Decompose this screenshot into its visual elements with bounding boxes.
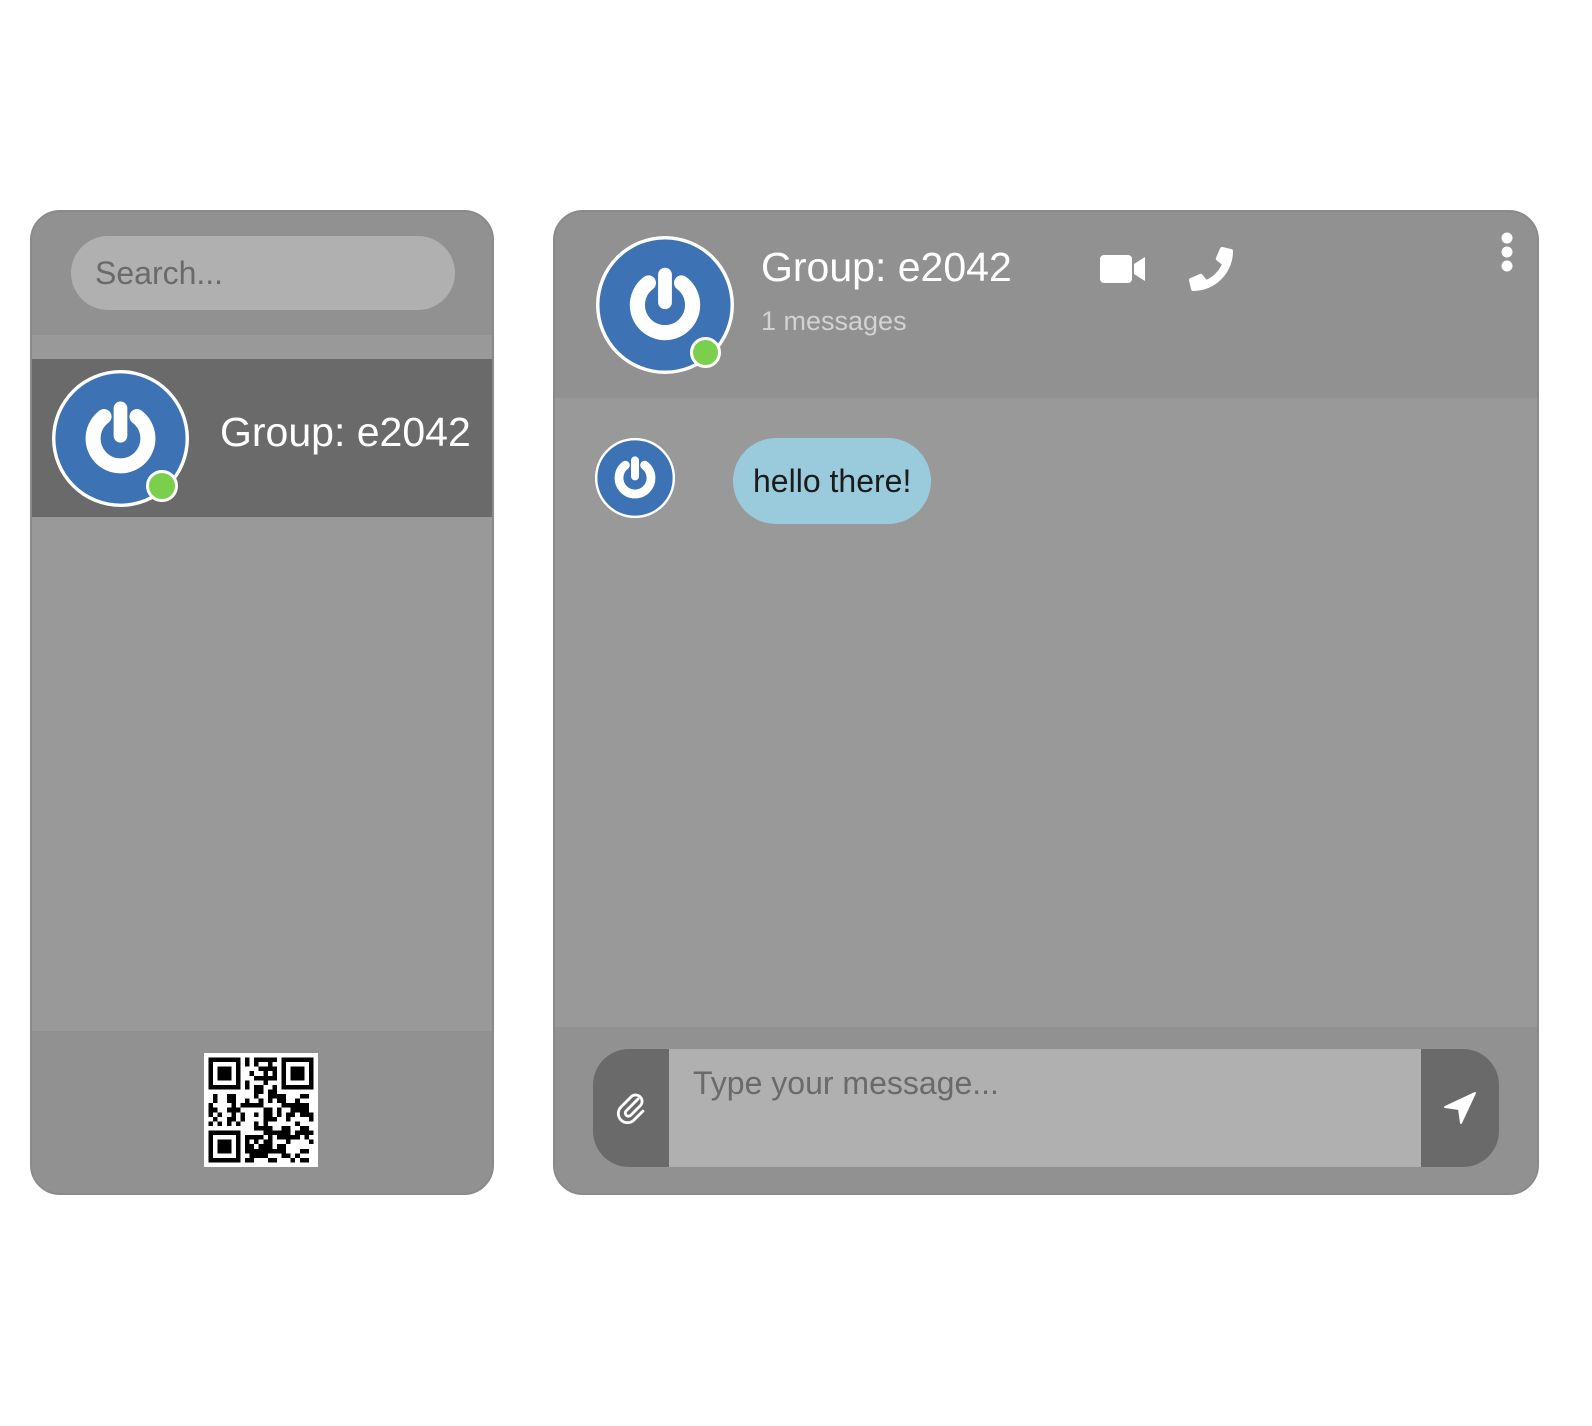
video-camera-icon — [1100, 255, 1145, 283]
message-bubble: hello there! — [733, 438, 932, 524]
search-input[interactable] — [71, 236, 455, 310]
voice-call-button[interactable] — [1189, 246, 1233, 297]
video-call-button[interactable] — [1099, 252, 1147, 291]
contacts-panel: Group: e2042 — [30, 210, 494, 1195]
online-status-dot — [690, 337, 721, 368]
search-box — [71, 236, 455, 310]
qr-code-icon — [208, 1057, 314, 1163]
chat-panel: Group: e2042 1 messages hello there! Typ… — [553, 210, 1539, 1195]
phone-icon — [1189, 247, 1233, 291]
contact-list-item[interactable]: Group: e2042 — [32, 359, 492, 517]
sidebar-footer — [32, 1031, 492, 1193]
contact-name: Group: e2042 — [220, 409, 471, 455]
paperclip-icon — [616, 1093, 645, 1125]
power-logo-icon — [595, 438, 675, 518]
chat-avatar — [596, 236, 734, 374]
attach-button[interactable] — [593, 1049, 669, 1167]
send-button[interactable] — [1421, 1049, 1499, 1167]
more-vertical-icon — [1501, 232, 1513, 272]
chat-title: Group: e2042 — [761, 244, 1012, 290]
qr-code[interactable] — [204, 1053, 318, 1167]
message-input[interactable] — [669, 1049, 1421, 1167]
sender-avatar — [595, 438, 675, 518]
chat-footer — [555, 1027, 1537, 1193]
send-icon — [1444, 1092, 1476, 1124]
chat-header: Group: e2042 1 messages — [555, 212, 1537, 398]
contact-avatar — [52, 370, 189, 507]
more-options-button[interactable] — [1499, 232, 1515, 279]
search-area — [32, 212, 492, 335]
message-composer — [593, 1049, 1499, 1167]
online-status-dot — [146, 470, 178, 502]
message-count: 1 messages — [761, 306, 907, 336]
